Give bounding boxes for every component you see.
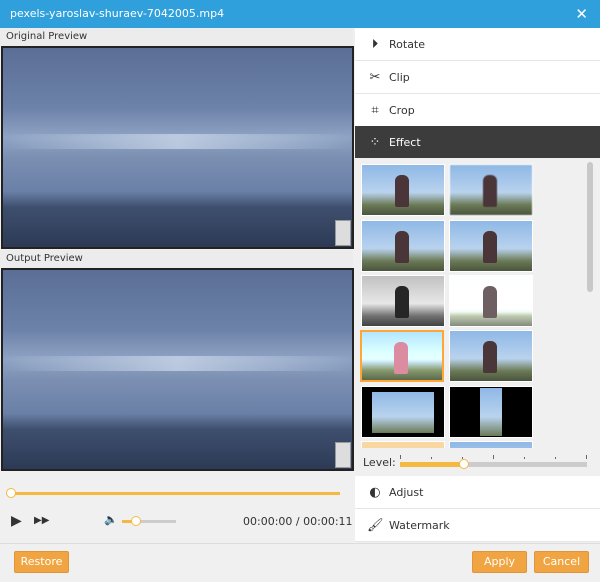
- timeline-slider[interactable]: [10, 492, 340, 495]
- window-title: pexels-yaroslav-shuraev-7042005.mp4: [10, 7, 225, 20]
- scissors-icon: ✂: [369, 70, 381, 85]
- rotate-icon: ⏵: [371, 37, 379, 52]
- effect-thumbnail[interactable]: [449, 164, 533, 216]
- effect-thumbnail[interactable]: [361, 164, 445, 216]
- menu-watermark[interactable]: 🖌 Watermark: [355, 509, 600, 542]
- output-preview-video: [1, 268, 354, 471]
- output-preview-label: Output Preview: [0, 250, 353, 268]
- menu-rotate[interactable]: ⏵ Rotate: [355, 28, 600, 61]
- effect-thumbnail[interactable]: [361, 386, 445, 438]
- effect-scrollbar[interactable]: [587, 162, 593, 292]
- effect-thumbnail[interactable]: [449, 220, 533, 272]
- time-display: 00:00:00 / 00:00:11: [243, 515, 353, 528]
- apply-button[interactable]: Apply: [472, 551, 527, 573]
- adjust-icon: ◐: [369, 485, 381, 500]
- original-preview-video: [1, 46, 354, 249]
- fast-forward-icon[interactable]: ▶▶: [34, 515, 49, 526]
- effect-thumbnail[interactable]: [449, 386, 533, 438]
- level-fill: [400, 462, 464, 467]
- menu-crop[interactable]: ⌗ Crop: [355, 94, 600, 127]
- effect-thumbnail[interactable]: [361, 220, 445, 272]
- effect-thumbnail-selected[interactable]: [360, 330, 444, 382]
- menu-adjust[interactable]: ◐ Adjust: [355, 476, 600, 509]
- title-bar: pexels-yaroslav-shuraev-7042005.mp4: [0, 0, 600, 28]
- restore-button[interactable]: Restore: [14, 551, 69, 573]
- effect-thumbnail[interactable]: [449, 275, 533, 327]
- timeline-handle[interactable]: [6, 488, 16, 498]
- level-handle[interactable]: [459, 459, 469, 469]
- volume-icon[interactable]: 🔈: [104, 513, 118, 526]
- menu-clip[interactable]: ✂ Clip: [355, 61, 600, 94]
- original-preview-label: Original Preview: [0, 28, 353, 46]
- menu-effect[interactable]: ⁘ Effect: [355, 126, 600, 159]
- cancel-button[interactable]: Cancel: [534, 551, 589, 573]
- crop-icon: ⌗: [371, 103, 379, 118]
- brush-icon: 🖌: [367, 518, 384, 533]
- effect-grid: [355, 158, 600, 476]
- effect-icon: ⁘: [369, 135, 381, 150]
- effect-thumbnail[interactable]: [361, 275, 445, 327]
- close-icon[interactable]: ✕: [575, 0, 588, 28]
- play-icon[interactable]: ▶: [11, 513, 22, 529]
- volume-handle[interactable]: [131, 516, 141, 526]
- effect-thumbnail[interactable]: [449, 330, 533, 382]
- level-label: Level:: [363, 456, 396, 469]
